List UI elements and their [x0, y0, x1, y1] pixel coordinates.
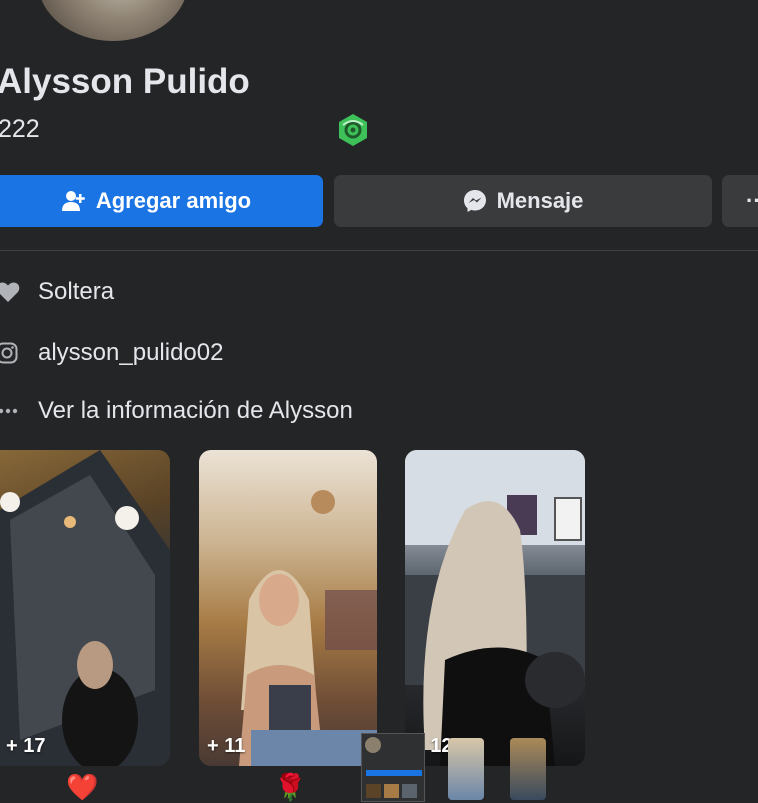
- add-friend-button[interactable]: Agregar amigo: [0, 175, 323, 227]
- photo-card[interactable]: + 17: [0, 450, 170, 766]
- photo-count: + 11: [207, 735, 246, 757]
- profile-name: Alysson Pulido: [0, 62, 250, 101]
- photo-card[interactable]: + 11: [199, 450, 377, 766]
- thumbnail-screenshot: [361, 733, 425, 802]
- friends-count[interactable]: 222: [0, 115, 40, 144]
- profile-avatar[interactable]: [35, 0, 191, 44]
- heart-icon: [0, 282, 20, 302]
- instagram-row[interactable]: alysson_pulido02: [0, 339, 223, 367]
- mirror-selfie-image: [0, 450, 170, 766]
- relationship-status: Soltera: [38, 278, 115, 305]
- green-badge-icon: [339, 114, 367, 146]
- instagram-handle[interactable]: alysson_pulido02: [38, 339, 223, 367]
- thumbnail-photo: [448, 738, 484, 800]
- see-info-link[interactable]: Ver la información de Alysson: [38, 397, 353, 425]
- add-friend-label: Agregar amigo: [95, 188, 252, 213]
- photo-count: + 17: [6, 735, 46, 757]
- street-photo-image: [405, 450, 585, 766]
- portrait-photo-image: [239, 490, 377, 766]
- relationship-row: Soltera: [0, 278, 114, 306]
- see-info-row[interactable]: Ver la información de Alysson: [0, 397, 353, 425]
- instagram-icon: [0, 342, 18, 364]
- photo-card[interactable]: + 12: [405, 450, 585, 766]
- more-dots-icon: [0, 408, 18, 414]
- message-label: Mensaje: [496, 188, 584, 213]
- more-options-label: ···: [746, 188, 758, 213]
- add-friend-icon: [61, 191, 85, 211]
- rose-emoji: 🌹: [274, 772, 307, 802]
- messenger-icon: [463, 190, 486, 212]
- thumbnail-photo: [510, 738, 546, 800]
- more-options-button[interactable]: ···: [722, 175, 758, 227]
- heart-emoji: ❤️: [66, 772, 99, 802]
- divider: [0, 250, 758, 251]
- message-button[interactable]: Mensaje: [334, 175, 712, 227]
